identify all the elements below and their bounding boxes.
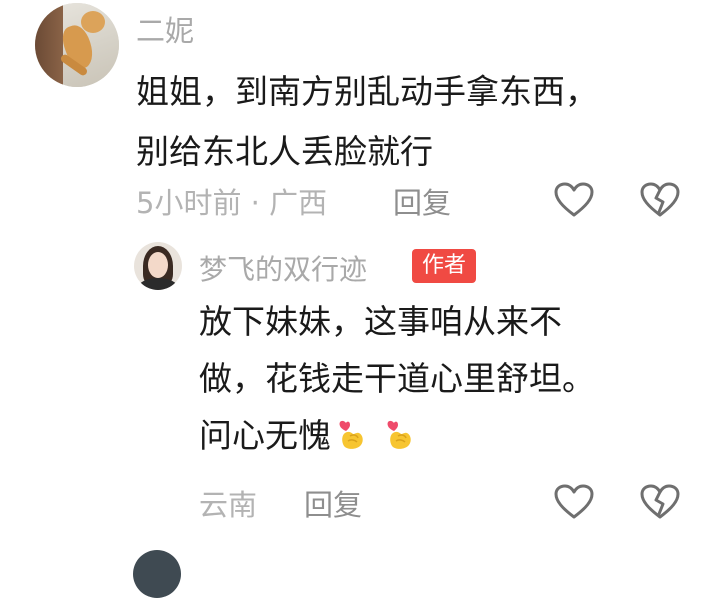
finger-heart-emoji [385, 411, 415, 449]
reply-text-line: 放下妹妹，这事咱从来不 [199, 302, 562, 341]
reply-username[interactable]: 梦飞的双行迹 [199, 248, 367, 288]
heart-outline-icon[interactable] [554, 484, 594, 520]
comment-text-line: 别给东北人丢脸就行 [136, 132, 433, 171]
comment-text: 姐姐，到南方别乱动手拿东西， 别给东北人丢脸就行 [136, 62, 598, 182]
reply-button[interactable]: 回复 [304, 482, 362, 524]
reply-text-segment: 问心无愧 [199, 416, 331, 455]
avatar[interactable] [35, 3, 119, 87]
comment-text-line: 姐姐，到南方别乱动手拿东西， [136, 72, 598, 111]
avatar[interactable] [134, 242, 182, 290]
heart-outline-icon[interactable] [554, 182, 594, 218]
reply-button[interactable]: 回复 [393, 180, 451, 222]
reply-meta: 云南 [199, 488, 258, 522]
finger-heart-emoji [337, 411, 367, 449]
reply-text-line: 问心无愧 [199, 407, 595, 464]
author-badge: 作者 [412, 249, 477, 283]
reply-text: 放下妹妹，这事咱从来不 做，花钱走干道心里舒坦。 问心无愧 [199, 293, 595, 464]
broken-heart-icon[interactable] [640, 182, 680, 218]
comment-meta: 5小时前 · 广西 [136, 186, 328, 220]
comment-username[interactable]: 二妮 [136, 8, 194, 50]
avatar[interactable] [133, 550, 181, 598]
reply-text-line: 做，花钱走干道心里舒坦。 [199, 359, 595, 398]
broken-heart-icon[interactable] [640, 484, 680, 520]
